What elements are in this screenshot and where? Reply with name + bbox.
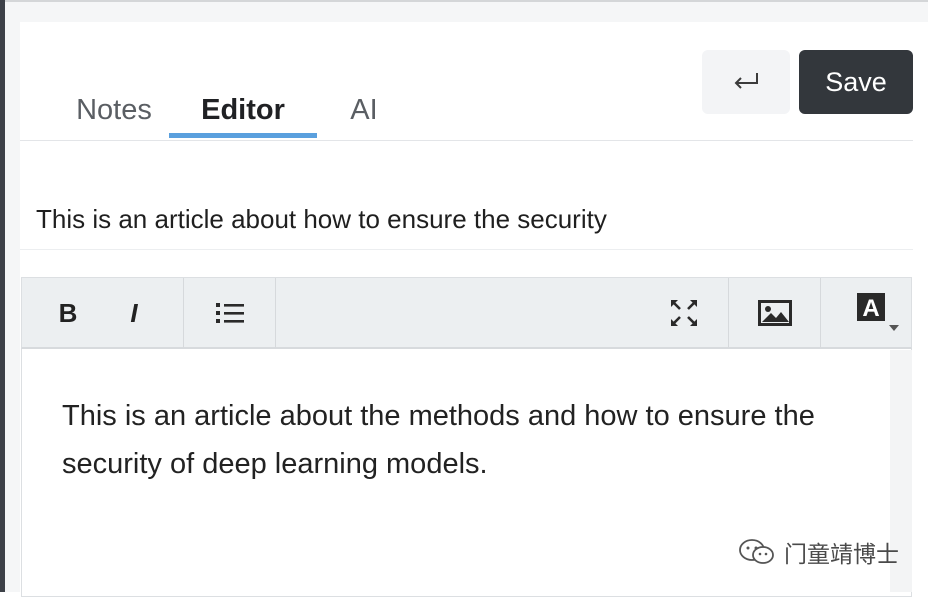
top-strip [5, 2, 928, 22]
watermark-text: 门童靖博士 [784, 541, 899, 567]
fullscreen-icon [671, 300, 697, 326]
fullscreen-button[interactable] [662, 278, 706, 348]
toolbar-divider [275, 278, 276, 348]
italic-button[interactable]: I [112, 278, 156, 348]
editor-content[interactable]: This is an article about the methods and… [62, 392, 862, 488]
toolbar-divider [820, 278, 821, 348]
image-icon [758, 300, 792, 326]
font-color-button[interactable]: A [844, 278, 914, 348]
font-letter: A [862, 295, 879, 322]
bulleted-list-icon [216, 303, 244, 323]
insert-image-button[interactable] [752, 278, 798, 348]
title-row: This is an article about how to ensure t… [20, 141, 913, 250]
bold-button[interactable]: B [46, 278, 90, 348]
save-button[interactable]: Save [799, 50, 913, 114]
watermark: 门童靖博士 [738, 536, 899, 568]
font-color-icon: A [857, 293, 899, 331]
title-input[interactable]: This is an article about how to ensure t… [36, 199, 896, 239]
editor-toolbar: B I A [21, 277, 912, 349]
bulleted-list-button[interactable] [208, 278, 252, 348]
return-button[interactable] [702, 50, 790, 114]
return-icon [734, 73, 758, 89]
left-gutter [5, 2, 20, 592]
toolbar-divider [183, 278, 184, 348]
tab-editor[interactable]: Editor [169, 90, 317, 138]
tab-ai[interactable]: AI [318, 90, 410, 138]
tab-notes[interactable]: Notes [40, 90, 188, 138]
wechat-icon [739, 539, 774, 564]
toolbar-divider [728, 278, 729, 348]
